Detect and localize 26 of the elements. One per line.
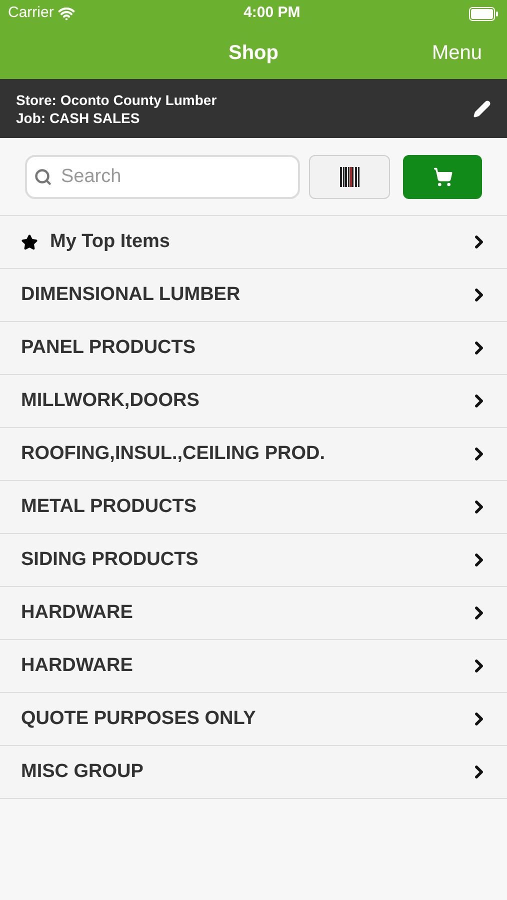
- barcode-button[interactable]: [309, 154, 390, 198]
- category-label: MISC GROUP: [21, 760, 144, 784]
- category-label: SIDING PRODUCTS: [21, 548, 198, 572]
- job-label: Job: CASH SALES: [16, 108, 141, 126]
- search-field[interactable]: Search: [25, 154, 300, 198]
- carrier-label: Carrier: [8, 3, 54, 24]
- nav-title: Shop: [228, 41, 278, 66]
- cart-icon: [432, 166, 452, 186]
- store-label: Store: Oconto County Lumber: [16, 90, 217, 108]
- category-label: PANEL PRODUCTS: [21, 336, 196, 360]
- star-icon: [21, 234, 38, 250]
- category-label: DIMENSIONAL LUMBER: [21, 282, 240, 307]
- category-label: QUOTE PURPOSES ONLY: [21, 706, 256, 731]
- edit-icon[interactable]: [473, 100, 491, 118]
- category-label: My Top Items: [50, 230, 170, 254]
- battery-icon: [468, 6, 499, 20]
- category-label: MILLWORK,DOORS: [21, 388, 200, 413]
- wifi-icon: [58, 5, 75, 22]
- category-label: HARDWARE: [21, 600, 133, 625]
- category-label: HARDWARE: [21, 654, 133, 678]
- barcode-icon: [340, 166, 360, 186]
- cart-button[interactable]: [403, 154, 482, 198]
- search-icon: [34, 168, 52, 186]
- category-label: ROOFING,INSUL.,CEILING PROD.: [21, 442, 326, 466]
- category-label: METAL PRODUCTS: [21, 494, 197, 519]
- status-time: 4:00 PM: [244, 3, 300, 24]
